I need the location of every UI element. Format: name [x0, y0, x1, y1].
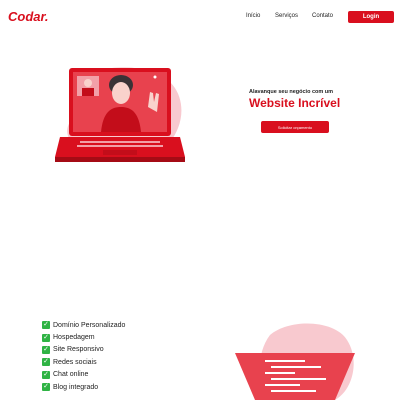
code-line: [271, 378, 326, 380]
nav-link-servicos[interactable]: Serviços: [275, 13, 298, 19]
person-head: [112, 82, 130, 104]
logo[interactable]: Codar.: [8, 9, 48, 24]
feature-item: ✓ Blog integrado: [42, 381, 125, 393]
feature-item: ✓ Hospedagem: [42, 331, 125, 343]
features-list: ✓ Domínio Personalizado ✓ Hospedagem ✓ Site…: [42, 319, 125, 393]
laptop-keyboard-1: [80, 141, 160, 143]
feature-item: ✓ Domínio Personalizado: [42, 319, 125, 331]
check-icon: ✓: [42, 345, 50, 354]
code-line: [265, 360, 305, 362]
check-icon: ✓: [42, 370, 50, 379]
mini-person-head: [84, 79, 92, 87]
login-button[interactable]: Login: [348, 11, 394, 23]
hero-headline: Website Incrível: [249, 96, 341, 110]
code-line: [265, 372, 295, 374]
feature-label: Site Responsivo: [53, 346, 104, 354]
mini-person-body: [82, 88, 94, 96]
feature-label: Blog integrado: [53, 383, 99, 391]
feature-item: ✓ Redes sociais: [42, 356, 125, 368]
nav-link-inicio[interactable]: Início: [246, 13, 260, 19]
feature-label: Redes sociais: [53, 358, 97, 366]
feature-item: ✓ Chat online: [42, 369, 125, 381]
feature-label: Domínio Personalizado: [53, 321, 126, 329]
nav-link-contato[interactable]: Contato: [312, 13, 333, 19]
sparkle-icon: [153, 75, 157, 79]
request-quote-button[interactable]: Solicitar orçamento: [261, 121, 329, 133]
code-line: [265, 384, 300, 386]
laptop-base-bottom: [55, 157, 185, 162]
code-editor-illustration: [235, 323, 355, 400]
code-line: [271, 366, 321, 368]
laptop-touchpad: [103, 150, 137, 155]
check-icon: ✓: [42, 383, 50, 392]
check-icon: ✓: [42, 333, 50, 342]
feature-label: Chat online: [53, 371, 89, 379]
check-icon: ✓: [42, 358, 50, 367]
feature-label: Hospedagem: [53, 334, 95, 342]
hero-tagline: Alavanque seu negócio com um: [249, 89, 334, 95]
laptop-keyboard-2: [77, 145, 163, 147]
check-icon: ✓: [42, 321, 50, 330]
feature-item: ✓ Site Responsivo: [42, 344, 125, 356]
code-line: [271, 390, 316, 392]
hero-laptop-illustration: [55, 67, 185, 162]
